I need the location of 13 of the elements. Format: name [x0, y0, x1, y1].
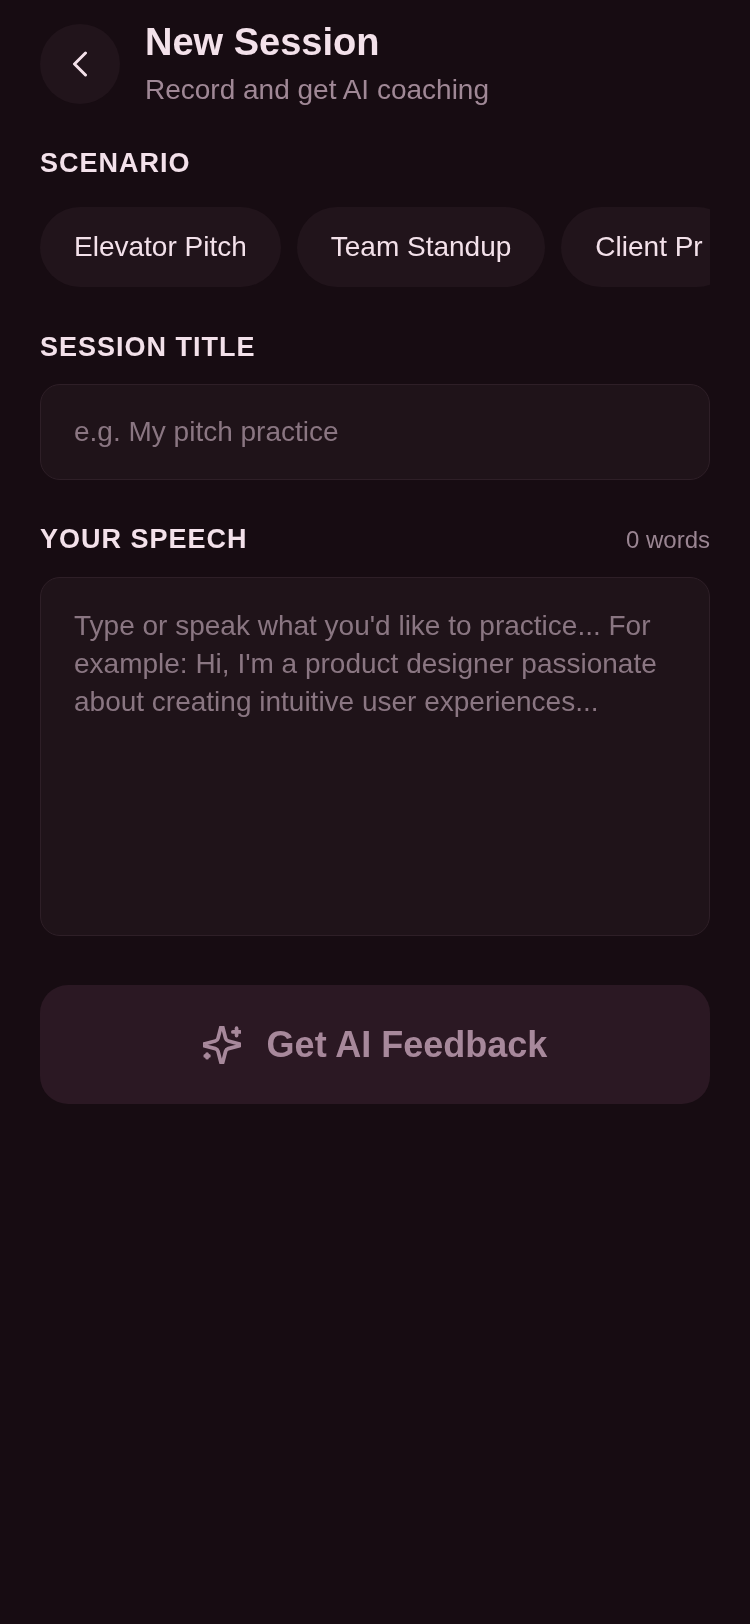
section-label: YOUR SPEECH	[40, 523, 248, 555]
section-label: SCENARIO	[40, 147, 192, 179]
section-label: SESSION TITLE	[40, 331, 257, 363]
scenario-chip[interactable]: Client Pr	[561, 207, 710, 287]
speech-input[interactable]: Type or speak what you'd like to practice... For example: Hi, I'm a product designer passionate about creating intuitive user experiences...	[40, 577, 710, 936]
page-subtitle: Record and get AI coaching	[145, 73, 489, 107]
scenario-chip[interactable]: Team Standup	[296, 207, 546, 287]
title-input[interactable]: e.g. My pitch practice	[40, 384, 710, 480]
sparkles-icon	[202, 1025, 241, 1064]
word-count: 0 words	[625, 525, 710, 555]
page-title: New Session	[145, 20, 381, 64]
back-icon	[72, 51, 88, 77]
scenario-chip[interactable]: Elevator Pitch	[40, 207, 281, 287]
